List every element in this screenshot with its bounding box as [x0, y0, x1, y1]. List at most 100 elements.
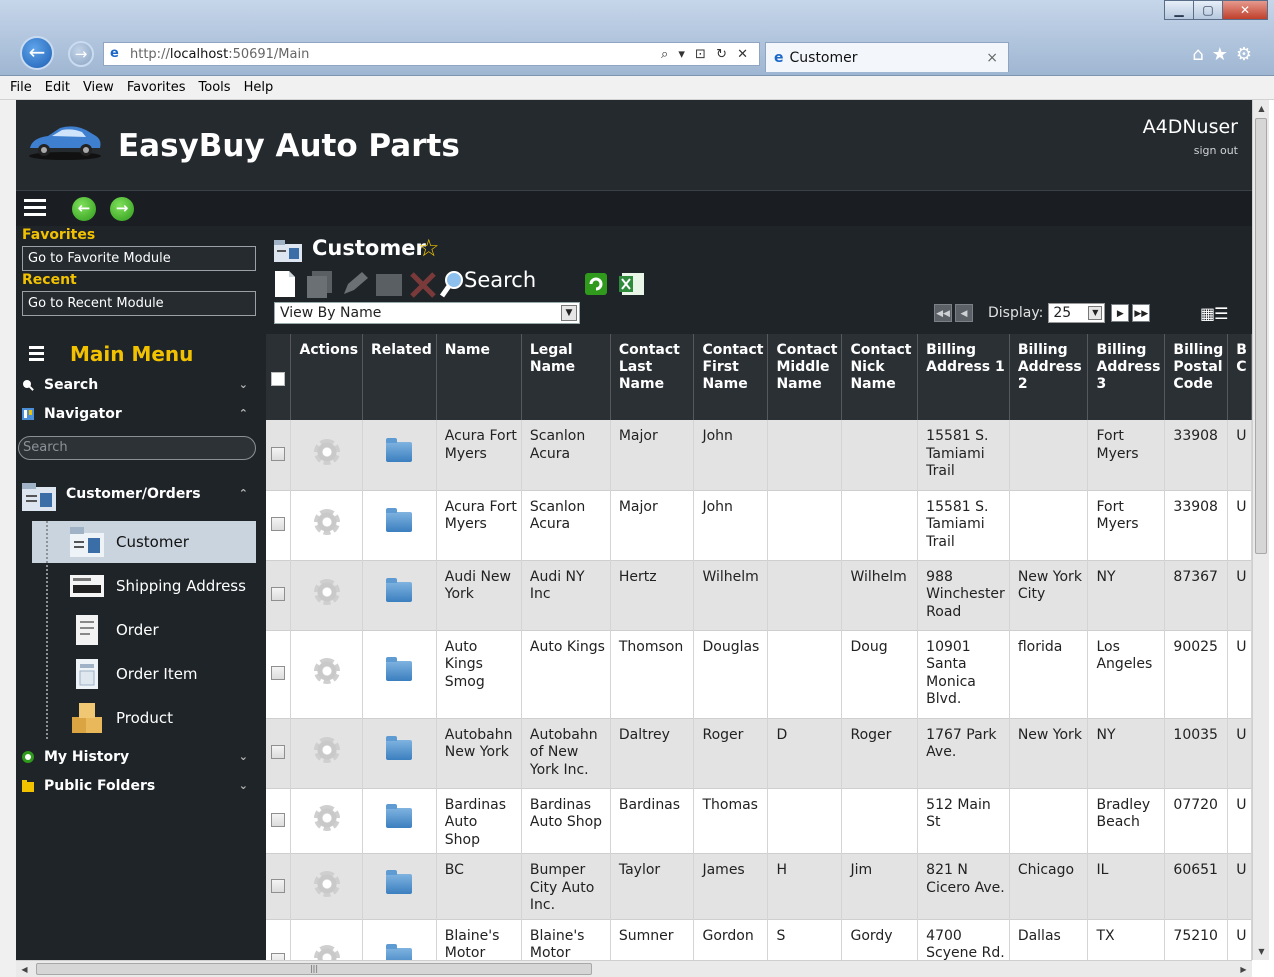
folder-icon[interactable]: [386, 578, 413, 603]
gear-icon[interactable]: [313, 737, 340, 764]
row-checkbox-cell[interactable]: [266, 490, 292, 560]
close-tab-icon[interactable]: ×: [986, 50, 1008, 66]
menu-view[interactable]: View: [83, 80, 114, 95]
first-page-button[interactable]: ◀◀: [934, 304, 952, 322]
col-billing-address-1[interactable]: Billing Address 1: [917, 334, 1010, 420]
row-actions-cell[interactable]: [290, 919, 364, 960]
settings-gear-icon[interactable]: ⚙: [1236, 44, 1260, 65]
row-checkbox[interactable]: [271, 666, 286, 681]
scroll-down-icon[interactable]: ▼: [1253, 943, 1270, 960]
menu-favorites[interactable]: Favorites: [127, 80, 186, 95]
favorites-star-icon[interactable]: ★: [1212, 44, 1236, 65]
table-row[interactable]: Acura Fort Myers Scanlon Acura Major John 15…: [266, 490, 1252, 560]
excel-export-icon[interactable]: [618, 270, 646, 298]
row-checkbox-cell[interactable]: [266, 853, 292, 919]
folder-icon[interactable]: [386, 438, 413, 462]
favorites-dropdown[interactable]: Go to Favorite Module: [22, 246, 256, 271]
last-page-button[interactable]: ▶▶: [1132, 304, 1151, 322]
browser-tab[interactable]: e Customer ×: [765, 42, 1009, 72]
row-related-cell[interactable]: [362, 420, 437, 490]
table-row[interactable]: Audi New York Audi NY Inc Hertz Wilhelm Wilh…: [266, 560, 1252, 630]
maximize-button[interactable]: ▢: [1193, 0, 1223, 20]
sidebar-item-order-item[interactable]: Order Item: [32, 653, 256, 695]
row-checkbox[interactable]: [271, 745, 286, 760]
col-contact-last-name[interactable]: Contact Last Name: [610, 334, 695, 420]
sidebar-item-product[interactable]: Product: [32, 697, 256, 739]
col-contact-first-name[interactable]: Contact First Name: [693, 334, 769, 420]
menu-file[interactable]: File: [10, 80, 32, 95]
sidebar-item-shipping-address[interactable]: Shipping Address: [32, 565, 256, 607]
row-related-cell[interactable]: [362, 630, 437, 718]
search-button[interactable]: Search: [464, 268, 536, 292]
gear-icon[interactable]: [313, 870, 340, 897]
row-related-cell[interactable]: [362, 788, 437, 854]
row-actions-cell[interactable]: [290, 718, 364, 788]
menu-edit[interactable]: Edit: [45, 80, 70, 95]
row-checkbox[interactable]: [271, 813, 286, 827]
row-related-cell[interactable]: [362, 718, 437, 788]
recent-dropdown[interactable]: Go to Recent Module: [22, 291, 256, 316]
sidebar-item-customer[interactable]: Customer: [32, 521, 256, 563]
row-actions-cell[interactable]: [290, 560, 364, 630]
table-row[interactable]: Auto Kings Smog Auto Kings Thomson Douglas D…: [266, 630, 1252, 718]
customer-orders-group[interactable]: Customer/Orders ⌃: [16, 471, 258, 521]
prev-page-button[interactable]: ◀: [955, 304, 973, 322]
refresh-icon[interactable]: [584, 270, 608, 298]
row-actions-cell[interactable]: [290, 630, 364, 718]
folder-icon[interactable]: [386, 736, 413, 761]
sidebar-search-row[interactable]: Search ⌄: [16, 372, 258, 398]
col-actions[interactable]: Actions: [290, 334, 364, 420]
view-select[interactable]: View By Name ▼: [274, 302, 580, 324]
horizontal-scroll-thumb[interactable]: |||: [36, 963, 592, 975]
table-row[interactable]: BC Bumper City Auto Inc. Taylor James H Jim 82…: [266, 853, 1252, 919]
row-related-cell[interactable]: [362, 560, 437, 630]
col-related[interactable]: Related: [362, 334, 437, 420]
table-row[interactable]: Bardinas Auto Shop Bardinas Auto Shop Bard…: [266, 788, 1252, 854]
sidebar-public-folders-row[interactable]: Public Folders ⌄: [16, 773, 258, 799]
home-icon[interactable]: ⌂: [1192, 44, 1211, 65]
col-legal-name[interactable]: Legal Name: [521, 334, 611, 420]
gear-icon[interactable]: [313, 658, 340, 685]
forward-arrow-icon[interactable]: →: [110, 197, 134, 221]
display-count-select[interactable]: 25 ▼: [1048, 303, 1106, 323]
row-checkbox-cell[interactable]: [266, 718, 292, 788]
vertical-scroll-thumb[interactable]: [1255, 118, 1267, 554]
col-billing-postal-code[interactable]: Billing Postal Code: [1164, 334, 1229, 420]
col-billing-address-2[interactable]: Billing Address 2: [1009, 334, 1089, 420]
gear-icon[interactable]: [313, 805, 340, 831]
folder-icon[interactable]: [386, 508, 413, 533]
row-related-cell[interactable]: [362, 853, 437, 919]
gear-icon[interactable]: [313, 439, 340, 465]
row-checkbox[interactable]: [271, 447, 286, 461]
back-arrow-icon[interactable]: ←: [72, 197, 96, 221]
scroll-up-icon[interactable]: ▲: [1253, 100, 1270, 117]
col-billing-address-3[interactable]: Billing Address 3: [1087, 334, 1166, 420]
next-page-button[interactable]: ▶: [1111, 304, 1130, 322]
minimize-button[interactable]: ▁: [1164, 0, 1194, 20]
row-checkbox-cell[interactable]: [266, 560, 292, 630]
horizontal-scrollbar[interactable]: ◀ ||| ▶: [16, 960, 1252, 977]
col-contact-nick-name[interactable]: Contact Nick Name: [841, 334, 919, 420]
row-checkbox-cell[interactable]: [266, 420, 292, 490]
select-all-checkbox[interactable]: [271, 372, 286, 386]
scroll-left-icon[interactable]: ◀: [16, 961, 33, 977]
gear-icon[interactable]: [313, 579, 340, 606]
table-row[interactable]: Autobahn New York Autobahn of New York In…: [266, 718, 1252, 788]
new-record-icon[interactable]: [274, 270, 296, 298]
row-actions-cell[interactable]: [290, 490, 364, 560]
row-checkbox-cell[interactable]: [266, 630, 292, 718]
sidebar-search-input[interactable]: Search: [18, 436, 256, 460]
column-chooser-icon[interactable]: ▦☰: [1200, 304, 1228, 323]
row-actions-cell[interactable]: [290, 788, 364, 854]
gear-icon[interactable]: [313, 944, 340, 960]
row-checkbox[interactable]: [271, 517, 286, 532]
address-bar[interactable]: e http://localhost:50691/Main ⌕ ▾ ⊡ ↻ ✕: [103, 42, 760, 66]
row-checkbox[interactable]: [271, 878, 286, 893]
vertical-scrollbar[interactable]: ▲ ▼: [1252, 100, 1269, 960]
row-actions-cell[interactable]: [290, 420, 364, 490]
sidebar-my-history-row[interactable]: My History ⌄: [16, 744, 258, 770]
sidebar-item-order[interactable]: Order: [32, 609, 256, 651]
row-related-cell[interactable]: [362, 490, 437, 560]
hamburger-menu-icon[interactable]: [24, 199, 46, 217]
row-checkbox[interactable]: [271, 587, 286, 602]
